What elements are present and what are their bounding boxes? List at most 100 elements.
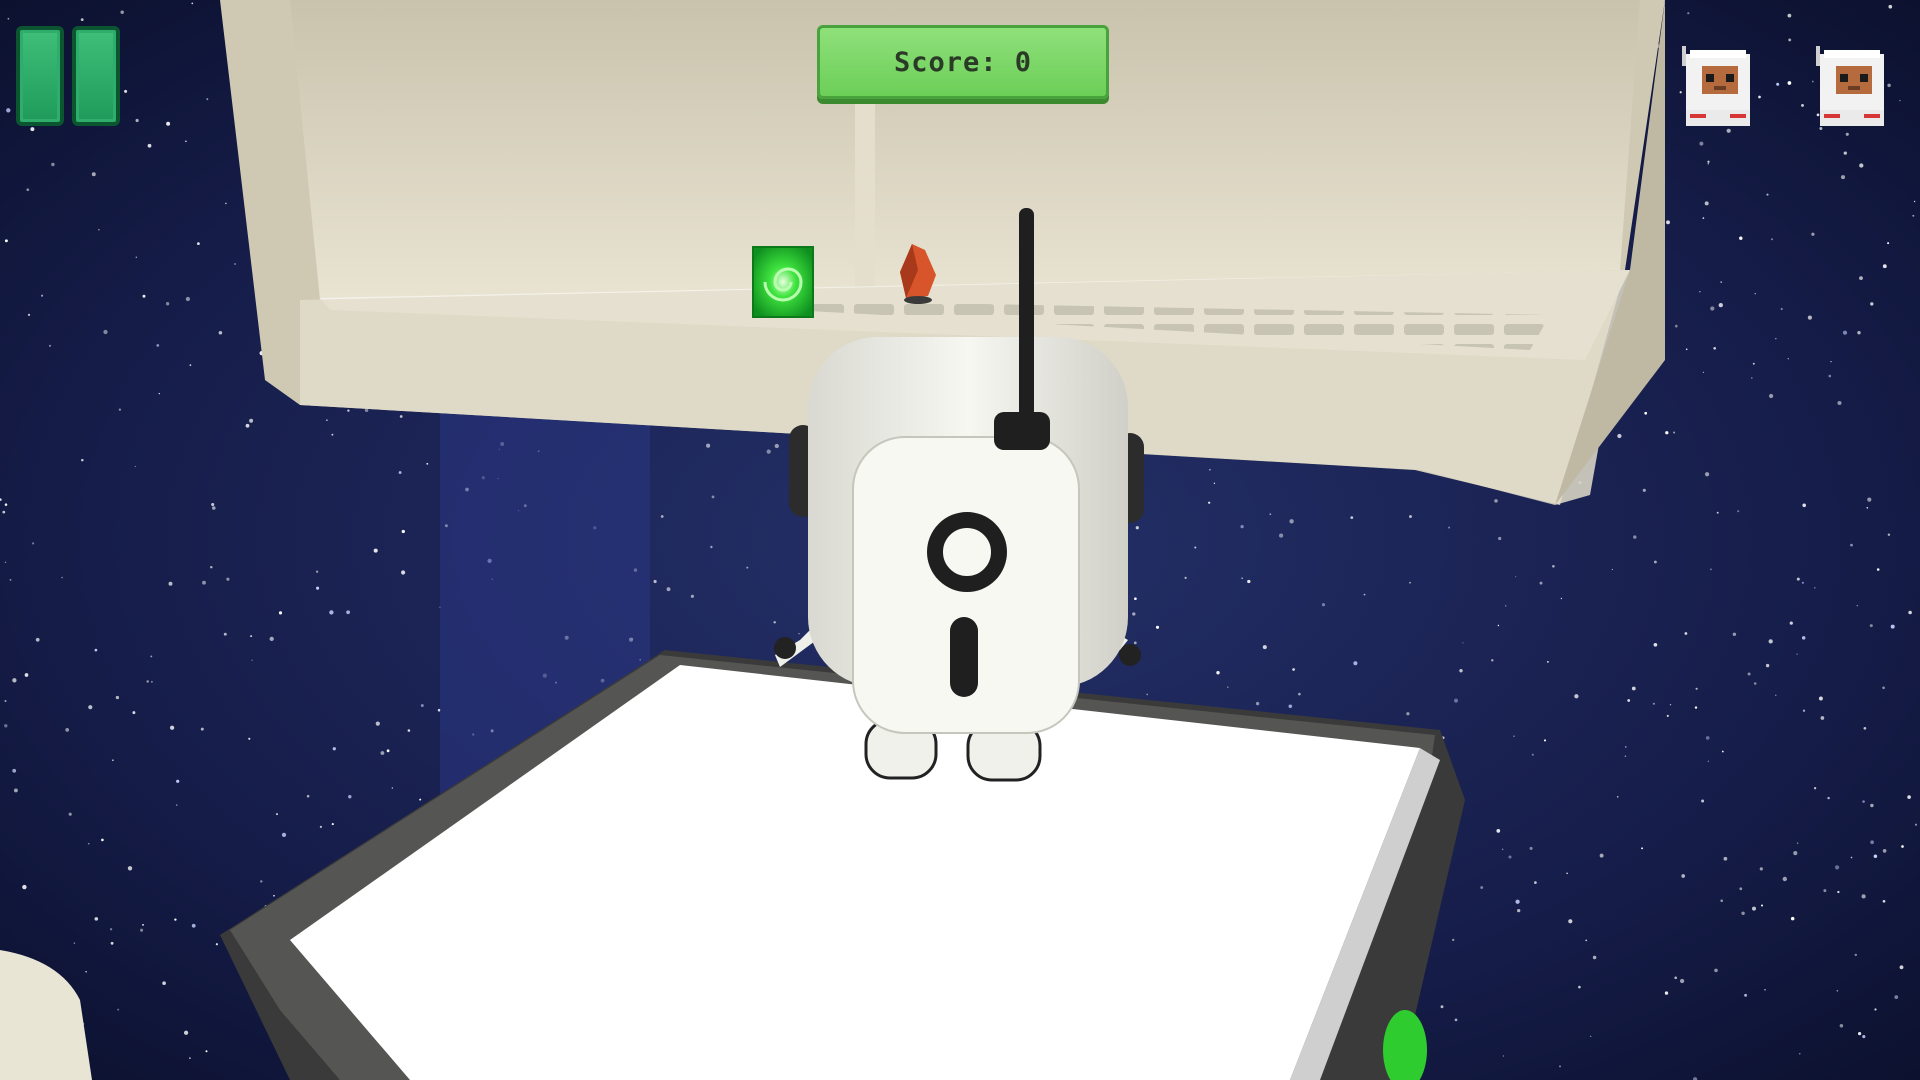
- star: [132, 711, 136, 715]
- star: [127, 866, 133, 871]
- star: [1737, 510, 1740, 513]
- star: [1644, 411, 1648, 415]
- star: [98, 228, 100, 231]
- star: [12, 768, 17, 773]
- star: [1802, 503, 1806, 508]
- star: [419, 798, 422, 801]
- star: [35, 637, 40, 642]
- star: [248, 737, 251, 740]
- pause-button[interactable]: [16, 26, 120, 126]
- star: [306, 794, 310, 798]
- star: [1705, 736, 1710, 740]
- star: [1899, 965, 1904, 970]
- star: [1279, 533, 1284, 538]
- star: [1850, 856, 1853, 859]
- star: [117, 1008, 120, 1011]
- star: [1732, 632, 1737, 637]
- star: [1801, 103, 1804, 107]
- score-label: Score: 0: [893, 46, 1033, 78]
- star: [1912, 214, 1915, 217]
- star: [1515, 575, 1517, 578]
- star: [1699, 141, 1704, 146]
- star: [134, 465, 136, 468]
- star: [711, 495, 715, 499]
- star: [1566, 872, 1568, 875]
- star: [1787, 81, 1792, 85]
- star: [218, 330, 223, 335]
- star: [185, 140, 187, 143]
- star: [1856, 604, 1859, 607]
- star: [1814, 587, 1816, 589]
- star: [1771, 238, 1773, 241]
- star: [1695, 687, 1698, 690]
- star: [103, 329, 108, 335]
- star: [1887, 242, 1890, 245]
- star: [1765, 663, 1770, 668]
- star: [13, 788, 18, 793]
- star: [1768, 639, 1773, 644]
- star: [1513, 735, 1515, 737]
- star: [1793, 851, 1798, 856]
- star: [746, 566, 749, 569]
- star: [1255, 701, 1260, 706]
- star: [1227, 686, 1229, 688]
- star: [1462, 642, 1464, 644]
- star: [81, 458, 84, 462]
- star: [1146, 693, 1149, 696]
- star: [135, 118, 139, 123]
- star: [1842, 330, 1848, 335]
- star: [205, 1050, 208, 1053]
- star: [4, 503, 8, 506]
- star: [1531, 753, 1534, 756]
- star: [211, 502, 215, 507]
- star: [1617, 433, 1622, 439]
- star: [326, 419, 328, 421]
- star: [1823, 889, 1827, 893]
- star: [1699, 291, 1701, 293]
- star: [1828, 374, 1832, 378]
- star: [1642, 488, 1646, 492]
- star: [1867, 497, 1872, 502]
- star: [1247, 579, 1251, 584]
- astronaut-life-icon: [1682, 46, 1750, 126]
- star: [124, 89, 128, 93]
- star: [1440, 1005, 1444, 1009]
- star: [110, 941, 114, 945]
- star: [48, 344, 52, 347]
- star: [1132, 612, 1136, 616]
- star: [135, 256, 138, 258]
- star: [653, 579, 657, 584]
- star: [1508, 855, 1512, 859]
- star: [115, 695, 120, 700]
- star: [269, 636, 274, 642]
- star: [215, 943, 218, 946]
- star: [4, 724, 8, 728]
- star: [80, 18, 84, 22]
- star: [1707, 163, 1709, 165]
- star: [1134, 597, 1137, 601]
- star: [1834, 865, 1840, 870]
- star: [1590, 1035, 1592, 1037]
- star: [1543, 739, 1547, 742]
- star: [1818, 696, 1823, 701]
- star: [1406, 712, 1410, 716]
- star: [1894, 995, 1899, 999]
- star: [120, 10, 124, 14]
- star: [1578, 985, 1581, 989]
- star: [1194, 546, 1197, 549]
- star: [1133, 641, 1137, 645]
- star: [150, 655, 153, 658]
- star: [1292, 668, 1295, 671]
- star: [1494, 499, 1498, 503]
- star: [1574, 694, 1579, 699]
- star: [1862, 1035, 1866, 1039]
- star: [1796, 653, 1798, 655]
- star: [142, 294, 146, 298]
- star: [91, 172, 96, 177]
- star: [6, 108, 11, 113]
- star: [206, 98, 209, 101]
- star: [1862, 800, 1865, 803]
- star: [245, 423, 250, 428]
- star: [281, 832, 287, 838]
- star: [1870, 302, 1874, 306]
